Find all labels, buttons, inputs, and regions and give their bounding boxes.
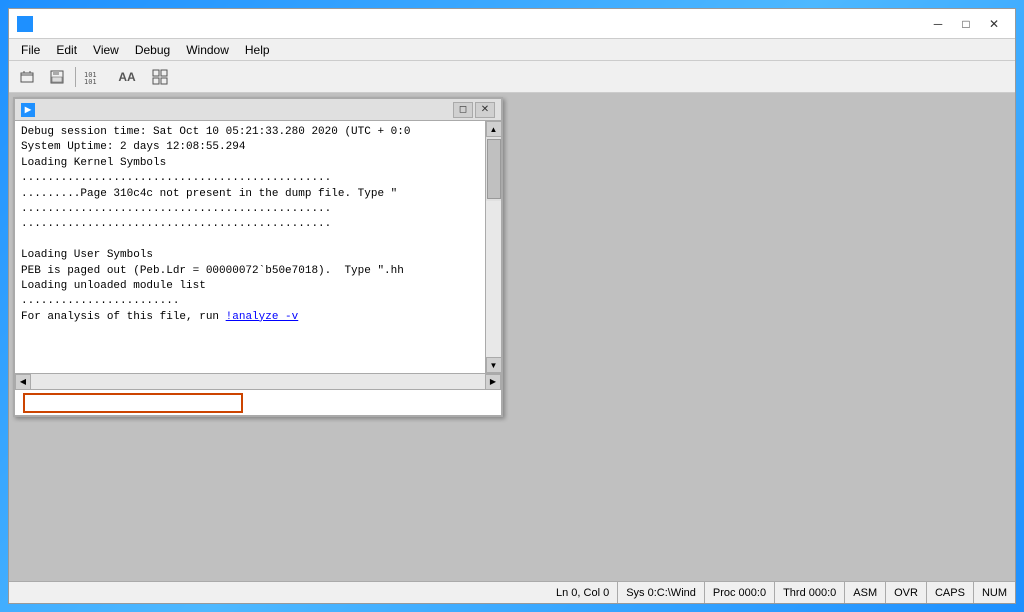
vertical-scrollbar[interactable]: ▲ ▼: [485, 121, 501, 373]
maximize-button[interactable]: □: [953, 14, 979, 34]
scroll-left-arrow[interactable]: ◀: [15, 374, 31, 390]
app-icon: [17, 16, 33, 32]
save-icon: [49, 69, 65, 85]
main-content: ▶ ◻ ✕ Debug session time: Sat Oct 10 05:…: [9, 93, 1015, 581]
command-output: Debug session time: Sat Oct 10 05:21:33.…: [15, 121, 485, 373]
command-icon: ▶: [21, 103, 35, 117]
scroll-track-h[interactable]: [31, 374, 485, 389]
status-sys: Sys 0:C:\Wind: [618, 582, 705, 603]
scroll-track[interactable]: [486, 201, 501, 357]
command-window-controls: ◻ ✕: [453, 102, 495, 118]
windbg-main-window: ─ □ ✕ File Edit View Debug Window Help: [8, 8, 1016, 604]
toolbar: 101 101 AA: [9, 61, 1015, 93]
status-proc: Proc 000:0: [705, 582, 775, 603]
menu-help[interactable]: Help: [237, 39, 278, 61]
status-asm: ASM: [845, 582, 886, 603]
close-button[interactable]: ✕: [981, 14, 1007, 34]
grid-icon: [152, 69, 168, 85]
toolbar-btn-4[interactable]: AA: [110, 64, 144, 90]
analyze-link[interactable]: !analyze -v: [226, 311, 299, 323]
status-thrd: Thrd 000:0: [775, 582, 845, 603]
status-ovr: OVR: [886, 582, 927, 603]
menu-window[interactable]: Window: [178, 39, 237, 61]
output-text: Debug session time: Sat Oct 10 05:21:33.…: [21, 125, 479, 325]
scroll-up-arrow[interactable]: ▲: [486, 121, 502, 137]
toolbar-btn-2[interactable]: [43, 64, 71, 90]
status-bar: Ln 0, Col 0 Sys 0:C:\Wind Proc 000:0 Thr…: [9, 581, 1015, 603]
status-ln-col: Ln 0, Col 0: [548, 582, 618, 603]
output-container: Debug session time: Sat Oct 10 05:21:33.…: [15, 121, 501, 373]
minimize-button[interactable]: ─: [925, 14, 951, 34]
title-bar: ─ □ ✕: [9, 9, 1015, 39]
toolbar-btn-5[interactable]: [146, 64, 174, 90]
svg-text:101: 101: [84, 78, 97, 85]
menu-debug[interactable]: Debug: [127, 39, 178, 61]
status-caps: CAPS: [927, 582, 974, 603]
menu-file[interactable]: File: [13, 39, 48, 61]
menu-view[interactable]: View: [85, 39, 127, 61]
toolbar-btn-3[interactable]: 101 101: [80, 64, 108, 90]
status-num: NUM: [974, 582, 1015, 603]
toolbar-btn-1[interactable]: [13, 64, 41, 90]
menu-bar: File Edit View Debug Window Help: [9, 39, 1015, 61]
toolbar-sep-1: [75, 67, 76, 87]
command-title-bar: ▶ ◻ ✕: [15, 99, 501, 121]
command-input-area: [15, 389, 501, 415]
hex-icon: 101 101: [83, 69, 105, 85]
command-window: ▶ ◻ ✕ Debug session time: Sat Oct 10 05:…: [13, 97, 503, 417]
scroll-thumb[interactable]: [487, 139, 501, 199]
command-restore-button[interactable]: ◻: [453, 102, 473, 118]
command-input[interactable]: [23, 393, 243, 413]
window-controls: ─ □ ✕: [925, 14, 1007, 34]
scroll-right-arrow[interactable]: ▶: [485, 374, 501, 390]
scroll-down-arrow[interactable]: ▼: [486, 357, 502, 373]
menu-edit[interactable]: Edit: [48, 39, 85, 61]
open-icon: [19, 69, 35, 85]
horizontal-scrollbar[interactable]: ◀ ▶: [15, 373, 501, 389]
command-close-button[interactable]: ✕: [475, 102, 495, 118]
